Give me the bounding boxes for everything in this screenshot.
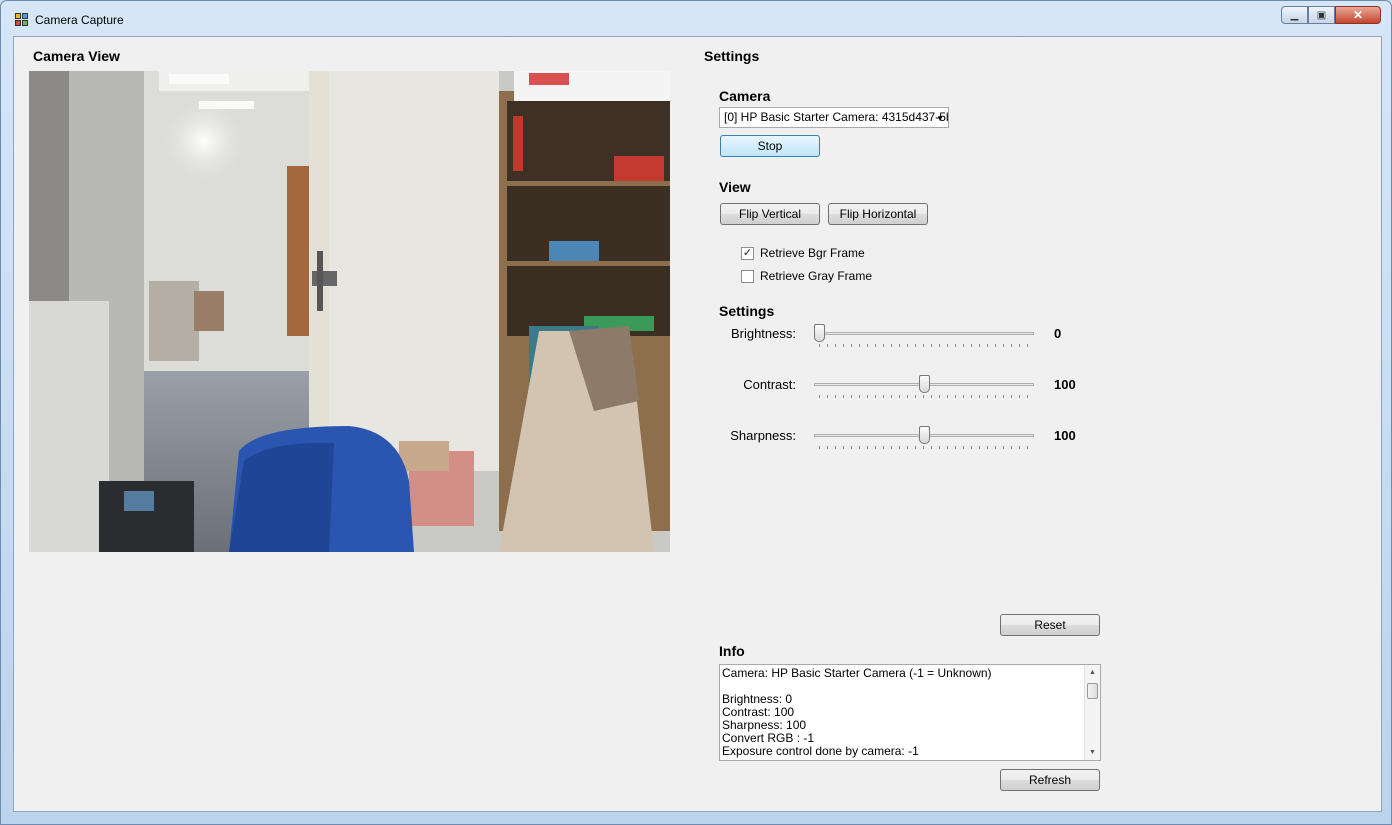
info-line: Exposure control done by camera: -1 (722, 744, 919, 758)
scroll-up-icon[interactable]: ▲ (1085, 665, 1100, 680)
scroll-down-icon[interactable]: ▼ (1085, 745, 1100, 760)
sharpness-label: Sharpness: (730, 428, 796, 443)
flip-vertical-button[interactable]: Flip Vertical (720, 203, 820, 225)
flip-horizontal-button[interactable]: Flip Horizontal (828, 203, 928, 225)
retrieve-bgr-checkbox[interactable]: ✓ Retrieve Bgr Frame (741, 246, 865, 260)
maximize-button[interactable]: ▣ (1308, 6, 1335, 24)
camera-view-heading: Camera View (33, 48, 120, 64)
minimize-icon: ▁ (1290, 9, 1299, 21)
brightness-slider-thumb[interactable] (814, 324, 825, 342)
refresh-button[interactable]: Refresh (1000, 769, 1100, 791)
app-grid-icon (15, 13, 29, 27)
contrast-label: Contrast: (743, 377, 796, 392)
chevron-down-icon: ▼ (936, 114, 944, 123)
retrieve-gray-checkbox[interactable]: Retrieve Gray Frame (741, 269, 872, 283)
info-label: Info (719, 643, 745, 659)
window-title: Camera Capture (35, 13, 124, 27)
brightness-value: 0 (1054, 326, 1062, 341)
client-area: Camera View Settings Camera [0] HP Basic… (13, 36, 1382, 812)
retrieve-gray-label: Retrieve Gray Frame (760, 269, 873, 283)
camera-select[interactable]: [0] HP Basic Starter Camera: 4315d437-5b… (719, 107, 949, 128)
title-bar[interactable]: Camera Capture ▁ ▣ ✕ (1, 1, 1391, 37)
minimize-button[interactable]: ▁ (1281, 6, 1308, 24)
info-scrollbar[interactable]: ▲ ▼ (1084, 665, 1100, 760)
sharpness-value: 100 (1054, 428, 1076, 443)
camera-select-value: [0] HP Basic Starter Camera: 4315d437-5b… (724, 110, 949, 124)
contrast-slider-thumb[interactable] (919, 375, 930, 393)
stop-button[interactable]: Stop (720, 135, 820, 157)
view-label: View (719, 179, 751, 195)
brightness-slider[interactable] (814, 318, 1036, 348)
settings-heading: Settings (704, 48, 760, 64)
contrast-value: 100 (1054, 377, 1076, 392)
app-window: Camera Capture ▁ ▣ ✕ Camera View Setting… (0, 0, 1392, 825)
sharpness-slider[interactable] (814, 420, 1036, 450)
sliders-label: Settings (719, 303, 775, 319)
sharpness-slider-thumb[interactable] (919, 426, 930, 444)
restore-icon: ▣ (1316, 9, 1327, 21)
close-icon: ✕ (1352, 8, 1364, 22)
camera-label: Camera (719, 88, 771, 104)
info-line: Camera: HP Basic Starter Camera (-1 = Un… (722, 666, 992, 680)
reset-button[interactable]: Reset (1000, 614, 1100, 636)
camera-view-image (29, 71, 670, 552)
scrollbar-thumb[interactable] (1087, 683, 1098, 699)
checkbox-checked-icon: ✓ (741, 246, 754, 260)
info-textbox[interactable]: Camera: HP Basic Starter Camera (-1 = Un… (719, 664, 1101, 761)
contrast-slider[interactable] (814, 369, 1036, 399)
checkbox-unchecked-icon (741, 269, 754, 283)
brightness-label: Brightness: (730, 326, 796, 341)
close-button[interactable]: ✕ (1335, 6, 1381, 24)
retrieve-bgr-label: Retrieve Bgr Frame (760, 246, 865, 260)
